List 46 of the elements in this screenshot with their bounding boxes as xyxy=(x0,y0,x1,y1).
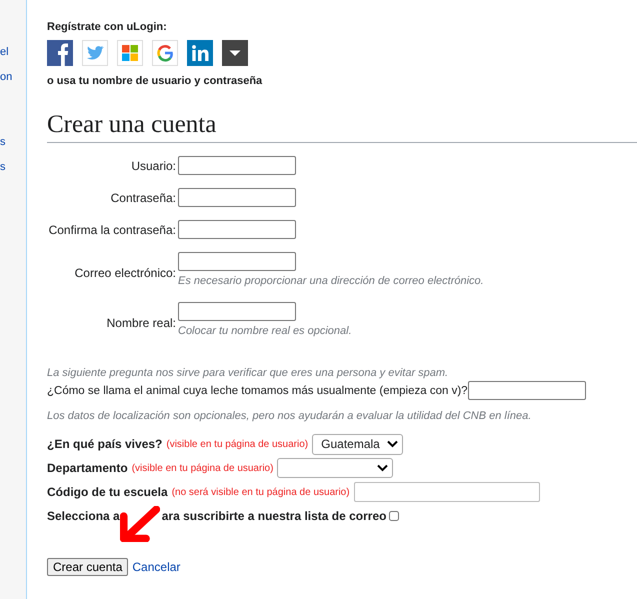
chevron-icon xyxy=(387,440,398,448)
ulogin-title: Regístrate con uLogin: xyxy=(47,20,168,35)
field-hint: Colocar tu nombre real es opcional. xyxy=(178,324,353,339)
sidebar-link[interactable]: s xyxy=(0,155,6,180)
input-field[interactable] xyxy=(178,252,296,271)
input-field[interactable] xyxy=(178,220,296,239)
sidebar-link[interactable]: s xyxy=(0,130,6,155)
windows-grid-icon[interactable] xyxy=(117,40,143,66)
create-account-button[interactable]: Crear cuenta xyxy=(47,558,128,576)
field-label: Correo electrónico: xyxy=(74,265,176,282)
checkbox[interactable] xyxy=(389,511,400,521)
privacy-note: (visible en tu página de usuario) xyxy=(166,438,308,450)
privacy-note: (no será visible en tu página de usuario) xyxy=(172,486,350,498)
privacy-note: (visible en tu página de usuario) xyxy=(132,462,274,474)
linkedin-icon[interactable] xyxy=(187,40,213,66)
field-label: Usuario: xyxy=(130,158,176,175)
sidebar-link[interactable]: el xyxy=(0,40,9,65)
pointer-arrow xyxy=(120,506,160,542)
chevron-icon xyxy=(377,464,388,472)
spam-note: La siguiente pregunta nos sirve para verificar que eres una persona y evitar spam. xyxy=(47,366,450,381)
field-label: Contraseña: xyxy=(110,190,176,207)
field-label: ¿En qué país vives? xyxy=(47,437,162,451)
cancel-link[interactable]: Cancelar xyxy=(132,560,180,574)
field-label: Código de tu escuela xyxy=(47,485,168,499)
google-icon[interactable] xyxy=(152,40,178,66)
question-label: ¿Cómo se llama el animal cuya leche tomamos más usualmente (empieza con v)? xyxy=(47,384,468,398)
field-label: Selecciona a xyxy=(47,509,120,523)
dropdown-icon[interactable] xyxy=(222,40,248,66)
input-field[interactable] xyxy=(178,188,296,207)
field-label: Confirma la contraseña: xyxy=(48,222,176,239)
field-label: Nombre real: xyxy=(106,315,176,332)
select-field[interactable] xyxy=(277,458,394,478)
input-field[interactable] xyxy=(354,482,540,502)
page-heading: Crear una cuenta xyxy=(47,110,637,143)
sidebar-link[interactable]: on xyxy=(0,65,12,90)
input-field[interactable] xyxy=(178,302,296,321)
location-note: Los datos de localización son opcionales, pero nos ayudarán a evaluar la utilidad del CNB en línea. xyxy=(47,409,532,424)
field-hint: Es necesario proporcionar una dirección de correo electrónico. xyxy=(178,274,485,289)
answer-field[interactable] xyxy=(468,381,586,400)
field-label: Departamento xyxy=(47,461,128,475)
facebook-icon[interactable] xyxy=(47,40,73,66)
login-alternative-text: o usa tu nombre de usuario y contraseña xyxy=(47,74,264,89)
field-label: ara suscribirte a nuestra lista de correo xyxy=(162,509,386,523)
bird-icon[interactable] xyxy=(82,40,108,66)
input-field[interactable] xyxy=(178,156,296,175)
select-field[interactable]: Guatemala xyxy=(312,434,404,454)
